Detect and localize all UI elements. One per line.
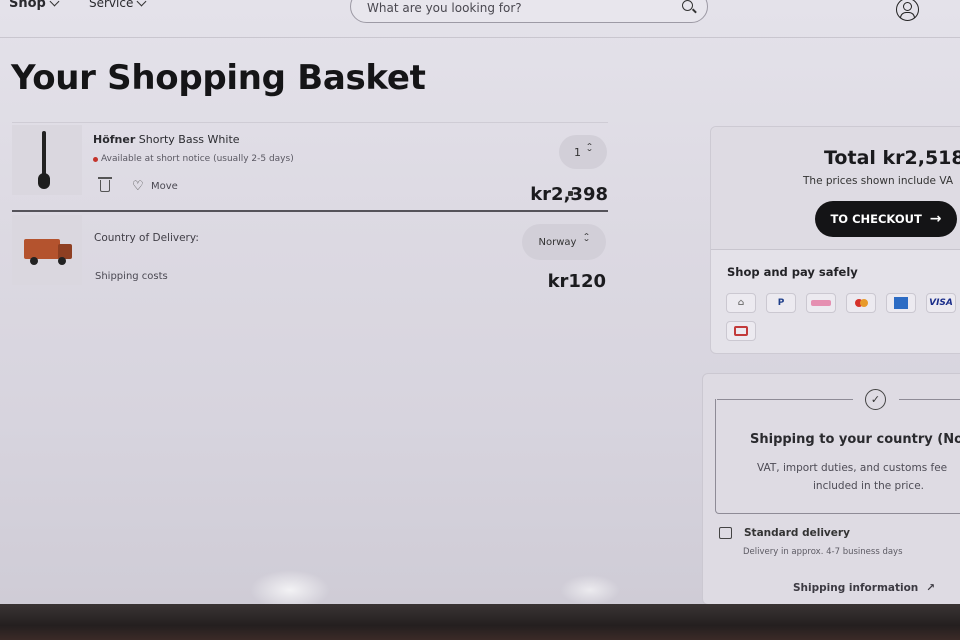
- mouse-cursor-icon: [568, 191, 573, 196]
- monitor-bezel: [0, 604, 960, 640]
- search-input[interactable]: What are you looking for?: [350, 0, 708, 23]
- country-select[interactable]: Norway ˆˇ: [522, 224, 606, 260]
- product-model: Shorty Bass White: [135, 133, 240, 146]
- jcb-icon: [726, 321, 756, 341]
- product-image[interactable]: [12, 125, 82, 195]
- bass-guitar-image: [38, 131, 50, 189]
- visa-icon: VISA: [926, 293, 956, 313]
- checkout-button[interactable]: TO CHECKOUT →: [815, 201, 957, 237]
- search-placeholder: What are you looking for?: [367, 1, 522, 15]
- availability-dot-icon: [93, 156, 98, 162]
- pay-safely-title: Shop and pay safely: [727, 265, 858, 279]
- package-icon: [719, 527, 732, 539]
- account-icon[interactable]: [896, 0, 919, 21]
- shipping-description-line2: included in the price.: [813, 480, 924, 492]
- move-button[interactable]: Move: [151, 181, 178, 192]
- page-title: Your Shopping Basket: [11, 58, 426, 98]
- product-brand: Höfner: [93, 133, 136, 146]
- nav-service[interactable]: Service: [89, 0, 147, 10]
- screen: Shop Service What are you looking for? Y…: [0, 0, 960, 604]
- vat-note: The prices shown include VA: [803, 175, 954, 187]
- nav-shop-label: Shop: [9, 0, 46, 11]
- availability-text: Available at short notice (usually 2-5 d…: [101, 154, 294, 164]
- standard-delivery-subtitle: Delivery in approx. 4-7 business days: [743, 547, 903, 557]
- country-of-delivery-label: Country of Delivery:: [94, 232, 199, 244]
- availability-status: Available at short notice (usually 2-5 d…: [93, 154, 294, 164]
- up-down-arrows-icon: ˆˇ: [586, 143, 593, 160]
- shipping-country-title: Shipping to your country (Nor: [750, 432, 960, 447]
- delivery-row: Country of Delivery: Norway ˆˇ Shipping …: [12, 213, 608, 292]
- shipping-price: kr120: [547, 271, 606, 292]
- shipping-info-panel: ✓ Shipping to your country (Nor VAT, imp…: [702, 373, 960, 604]
- shipping-costs-label: Shipping costs: [95, 271, 168, 282]
- top-navigation: Shop Service What are you looking for?: [0, 0, 960, 38]
- total-section: Total kr2,518 The prices shown include V…: [711, 127, 960, 250]
- heart-icon[interactable]: ♡: [132, 179, 144, 194]
- total-price: Total kr2,518: [824, 147, 960, 169]
- arrow-right-icon: →: [929, 211, 942, 227]
- shipping-description-line1: VAT, import duties, and customs fee: [757, 462, 948, 474]
- external-link-arrow-icon: ↗: [926, 582, 936, 594]
- nav-shop[interactable]: Shop: [9, 0, 60, 11]
- shipping-info-box: [715, 399, 960, 514]
- klarna-icon: [806, 293, 836, 313]
- bank-transfer-icon: ⌂: [726, 293, 756, 313]
- chevron-down-icon: [136, 0, 147, 6]
- paypal-icon: P: [766, 293, 796, 313]
- amex-icon: [886, 293, 916, 313]
- quantity-stepper[interactable]: 1 ˆˇ: [559, 135, 607, 169]
- chevron-down-icon: [49, 0, 60, 7]
- order-summary-panel: Total kr2,518 The prices shown include V…: [710, 126, 960, 354]
- nav-service-label: Service: [89, 0, 134, 10]
- quantity-value: 1: [574, 145, 581, 159]
- search-icon[interactable]: [682, 0, 693, 11]
- standard-delivery-title: Standard delivery: [744, 527, 850, 539]
- screen-glare: [560, 575, 620, 604]
- shipping-information-label: Shipping information: [793, 582, 919, 594]
- basket-item-row: Höfner Shorty Bass White Available at sh…: [12, 122, 608, 212]
- up-down-arrows-icon: ˆˇ: [583, 233, 591, 250]
- screen-glare: [250, 570, 330, 604]
- product-name[interactable]: Höfner Shorty Bass White: [93, 133, 240, 146]
- mastercard-icon: [846, 293, 876, 313]
- delivery-image: [12, 215, 82, 285]
- country-value: Norway: [538, 236, 577, 248]
- checkout-label: TO CHECKOUT: [830, 212, 922, 226]
- trash-icon[interactable]: [98, 177, 112, 192]
- truck-icon: [24, 235, 72, 265]
- shipping-information-link[interactable]: Shipping information ↗: [793, 582, 935, 594]
